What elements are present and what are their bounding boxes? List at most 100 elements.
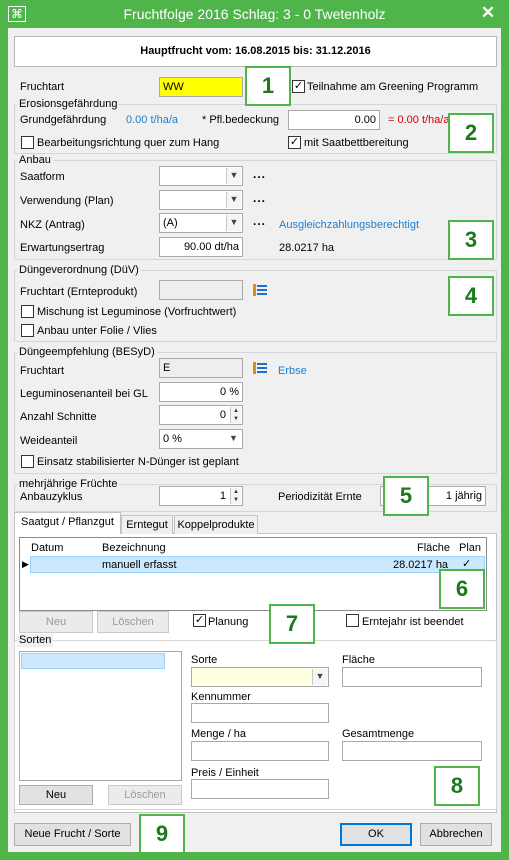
nkz-more-button[interactable]: ... [253, 214, 266, 228]
erntejahr-checkbox[interactable] [346, 614, 359, 627]
zyklus-value: 1 [219, 490, 226, 502]
ertrag-label: Erwartungsertrag [20, 242, 105, 254]
quer-checkbox[interactable] [21, 136, 34, 149]
duev-fruchtart-input[interactable] [159, 280, 243, 300]
chevron-down-icon: ▼ [226, 215, 241, 231]
duev-fruchtart-label: Fruchtart (Ernteprodukt) [20, 286, 138, 298]
period-label: Periodizität Ernte [278, 491, 362, 503]
list-picker-icon[interactable] [253, 283, 267, 297]
ertrag-area: 28.0217 ha [279, 242, 335, 254]
saatgut-loeschen-button[interactable]: Löschen [97, 611, 169, 633]
legum-input[interactable]: 0 % [159, 382, 243, 402]
spin-arrows-icon[interactable]: ▲ ▼ [230, 488, 241, 504]
ertrag-input[interactable]: 90.00 dt/ha [159, 237, 243, 257]
tab-saatgut[interactable]: Saatgut / Pflanzgut [14, 512, 121, 534]
col-plan[interactable]: Plan [459, 541, 481, 555]
anbau-title: Anbau [17, 154, 53, 167]
header-period: Hauptfrucht vom: 16.08.2015 bis: 31.12.2… [14, 36, 497, 67]
nkz-label: NKZ (Antrag) [20, 219, 85, 231]
erntejahr-label: Erntejahr ist beendet [362, 616, 464, 628]
gesamt-input[interactable] [342, 741, 482, 761]
sorte-flaeche-input[interactable] [342, 667, 482, 687]
weide-label: Weideanteil [20, 435, 78, 447]
schnitte-value: 0 [219, 409, 226, 421]
sorte-select[interactable]: ▼ [191, 667, 329, 687]
list-picker-icon[interactable] [253, 361, 267, 375]
gesamt-label: Gesamtmenge [342, 728, 415, 740]
nduenger-checkbox[interactable] [21, 455, 34, 468]
badge-9: 9 [139, 814, 185, 854]
col-flaeche[interactable]: Fläche [417, 541, 450, 555]
nkz-select[interactable]: (A) ▼ [159, 213, 243, 233]
badge-5: 5 [383, 476, 429, 516]
verwendung-label: Verwendung (Plan) [20, 195, 114, 207]
saatgut-neu-button[interactable]: Neu [19, 611, 93, 633]
kennnummer-label: Kennummer [191, 691, 251, 703]
chevron-down-icon: ▼ [312, 669, 327, 685]
fruchtart-label: Fruchtart [20, 81, 65, 93]
col-datum[interactable]: Datum [31, 541, 63, 555]
nduenger-label: Einsatz stabilisierter N-Dünger ist gepl… [37, 456, 239, 468]
saatform-select[interactable]: ▼ [159, 166, 243, 186]
besyd-title: Düngeempfehlung (BESyD) [17, 346, 157, 359]
weide-select[interactable]: 0 % ▼ [159, 429, 243, 449]
badge-3: 3 [448, 220, 494, 260]
greening-label: Teilnahme am Greening Programm [307, 81, 479, 93]
badge-6: 6 [439, 569, 485, 609]
verwendung-select[interactable]: ▼ [159, 190, 243, 210]
fruchtart-input[interactable]: WW [159, 77, 243, 97]
ok-button[interactable]: OK [340, 823, 412, 846]
besyd-fruchtart-label: Fruchtart [20, 365, 65, 377]
schnitte-label: Anzahl Schnitte [20, 411, 97, 423]
preis-label: Preis / Einheit [191, 767, 259, 779]
erbse-link[interactable]: Erbse [278, 364, 307, 378]
neue-frucht-button[interactable]: Neue Frucht / Sorte [14, 823, 131, 846]
tab-erntegut[interactable]: Erntegut [121, 515, 173, 534]
spin-arrows-icon[interactable]: ▲ ▼ [230, 407, 241, 423]
ausgleich-link[interactable]: Ausgleichzahlungsberechtigt [279, 218, 419, 232]
saatform-label: Saatform [20, 171, 65, 183]
weide-value: 0 % [163, 433, 182, 445]
zyklus-label: Anbauzyklus [20, 491, 83, 503]
pfl-input[interactable]: 0.00 [288, 110, 380, 130]
saatbett-label: mit Saatbettbereitung [304, 137, 409, 149]
badge-4: 4 [448, 276, 494, 316]
duev-title: Düngeverordnung (DüV) [17, 264, 141, 277]
sorten-list[interactable] [19, 651, 182, 781]
chevron-down-icon: ▼ [226, 168, 241, 184]
sorten-title: Sorten [17, 634, 54, 647]
abbrechen-button[interactable]: Abbrechen [420, 823, 492, 846]
badge-2: 2 [448, 113, 494, 153]
sorten-loeschen-button[interactable]: Löschen [108, 785, 182, 805]
menge-input[interactable] [191, 741, 329, 761]
planung-checkbox[interactable]: ✓ [193, 614, 206, 627]
planung-label: Planung [208, 616, 249, 628]
erosion-title: Erosionsgefährdung [17, 98, 120, 111]
quer-label: Bearbeitungsrichtung quer zum Hang [37, 137, 220, 149]
mischung-checkbox[interactable] [21, 305, 34, 318]
badge-8: 8 [434, 766, 480, 806]
grund-label: Grundgefährdung [20, 114, 107, 126]
kennnummer-input[interactable] [191, 703, 329, 723]
window-title: Fruchtfolge 2016 Schlag: 3 - 0 Twetenhol… [123, 6, 386, 22]
besyd-fruchtart-input[interactable]: E [159, 358, 243, 378]
schnitte-stepper[interactable]: 0 ▲ ▼ [159, 405, 243, 425]
chevron-down-icon: ▼ [226, 192, 241, 208]
saatform-more-button[interactable]: ... [253, 167, 266, 181]
tab-koppelprodukte[interactable]: Koppelprodukte [174, 515, 258, 534]
col-bezeichnung[interactable]: Bezeichnung [102, 541, 166, 555]
close-icon[interactable]: ✕ [472, 2, 504, 24]
greening-checkbox[interactable]: ✓ [292, 80, 305, 93]
badge-1: 1 [245, 66, 291, 106]
saatbett-checkbox[interactable]: ✓ [288, 136, 301, 149]
badge-7: 7 [269, 604, 315, 644]
zyklus-stepper[interactable]: 1 ▲ ▼ [159, 486, 243, 506]
list-item[interactable] [21, 653, 165, 669]
grund-value: 0.00 t/ha/a [126, 114, 178, 126]
pfl-label: * Pfl.bedeckung [202, 114, 280, 126]
preis-input[interactable] [191, 779, 329, 799]
verwendung-more-button[interactable]: ... [253, 191, 266, 205]
sorten-neu-button[interactable]: Neu [19, 785, 93, 805]
sorte-label: Sorte [191, 654, 218, 666]
folie-checkbox[interactable] [21, 324, 34, 337]
